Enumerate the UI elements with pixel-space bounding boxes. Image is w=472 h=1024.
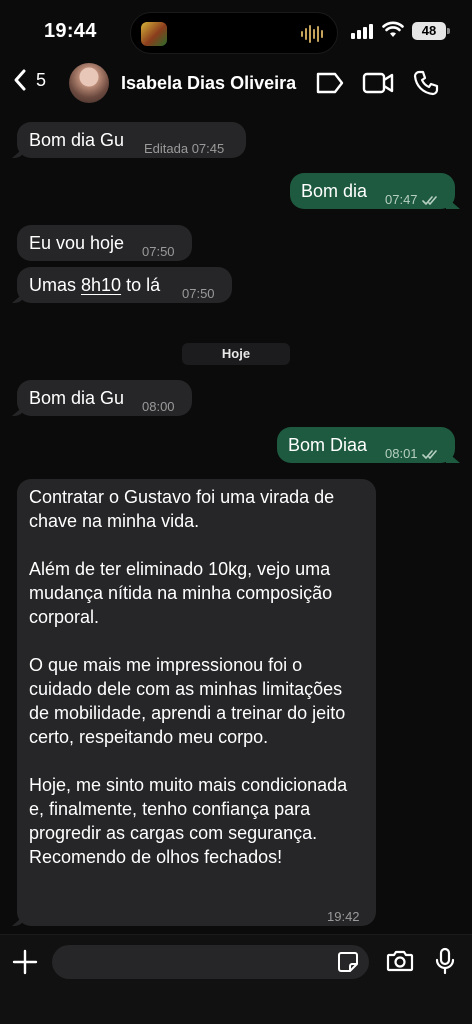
- wifi-icon: [382, 21, 404, 37]
- message-text: Umas 8h10 to lá: [29, 273, 160, 297]
- contact-name[interactable]: Isabela Dias Oliveira: [121, 73, 296, 94]
- message-bubble-outgoing[interactable]: Bom Diaa 08:01: [277, 427, 460, 466]
- phone-icon[interactable]: [413, 70, 439, 96]
- date-divider: Hoje: [182, 343, 290, 365]
- status-time: 19:44: [44, 20, 97, 42]
- message-bubble-outgoing[interactable]: Bom dia 07:47: [290, 173, 460, 212]
- unread-count: 5: [36, 69, 47, 90]
- camera-icon[interactable]: [386, 949, 414, 973]
- message-paragraph: O que mais me impressionou foi o cuidado…: [29, 655, 346, 747]
- message-meta: 07:50: [142, 244, 175, 259]
- status-bar: 19:44 48: [0, 0, 472, 60]
- bubble-tail: [446, 197, 460, 209]
- back-button[interactable]: 5: [12, 68, 46, 92]
- message-paragraph: Hoje, me sinto muito mais condicionada e…: [29, 775, 348, 867]
- message-composer: [0, 934, 472, 1024]
- message-bubble-incoming[interactable]: Bom dia Gu 08:00: [12, 380, 192, 416]
- message-bubble-incoming[interactable]: Eu vou hoje 07:50: [17, 225, 192, 261]
- message-text: Bom dia: [301, 181, 368, 201]
- message-text: Eu vou hoje: [29, 233, 125, 253]
- avatar[interactable]: [69, 63, 109, 103]
- message-text: Bom dia Gu: [29, 130, 125, 150]
- microphone-icon[interactable]: [434, 947, 456, 975]
- video-call-icon[interactable]: [362, 70, 394, 96]
- bubble-tail: [12, 914, 26, 926]
- message-bubble-incoming[interactable]: Umas 8h10 to lá 07:50: [12, 267, 232, 303]
- back-chevron-icon: [14, 69, 26, 91]
- now-playing-app-icon: [141, 22, 167, 46]
- message-text: Bom dia Gu: [29, 388, 125, 408]
- text-segment: to lá: [121, 275, 161, 295]
- label-tag-icon[interactable]: [315, 70, 345, 96]
- battery-indicator: 48: [412, 22, 450, 40]
- message-meta: 19:42: [327, 909, 360, 924]
- message-text: Bom Diaa: [288, 435, 368, 455]
- plus-icon[interactable]: [12, 949, 38, 975]
- message-time: 07:47: [385, 192, 418, 207]
- sticker-icon[interactable]: [337, 951, 359, 973]
- bubble-tail: [12, 146, 26, 158]
- dynamic-island: [130, 12, 338, 54]
- message-time: 08:01: [385, 446, 418, 461]
- chat-header: 5 Isabela Dias Oliveira: [0, 60, 472, 108]
- message-meta: 08:01: [385, 442, 440, 466]
- read-ticks-icon: [421, 196, 437, 205]
- text-segment: Umas: [29, 275, 82, 295]
- audio-wave-icon: [301, 24, 323, 44]
- message-bubble-incoming[interactable]: Contratar o Gustavo foi uma virada de ch…: [12, 479, 376, 926]
- bubble-tail: [12, 291, 26, 303]
- cellular-signal-icon: [351, 24, 373, 39]
- message-bubble-incoming[interactable]: Bom dia Gu Editada 07:45: [12, 122, 246, 158]
- message-paragraph: Contratar o Gustavo foi uma virada de ch…: [29, 487, 335, 531]
- message-meta: 07:50: [182, 286, 215, 301]
- message-paragraph: Além de ter eliminado 10kg, vejo uma mud…: [29, 559, 333, 627]
- time-link[interactable]: 8h10: [81, 275, 121, 295]
- message-meta: 08:00: [142, 399, 175, 414]
- read-ticks-icon: [421, 450, 437, 459]
- message-meta: 07:47: [385, 188, 440, 212]
- bubble-tail: [12, 404, 26, 416]
- message-input[interactable]: [52, 945, 369, 979]
- message-meta: Editada 07:45: [144, 141, 225, 156]
- bubble-tail: [446, 451, 460, 463]
